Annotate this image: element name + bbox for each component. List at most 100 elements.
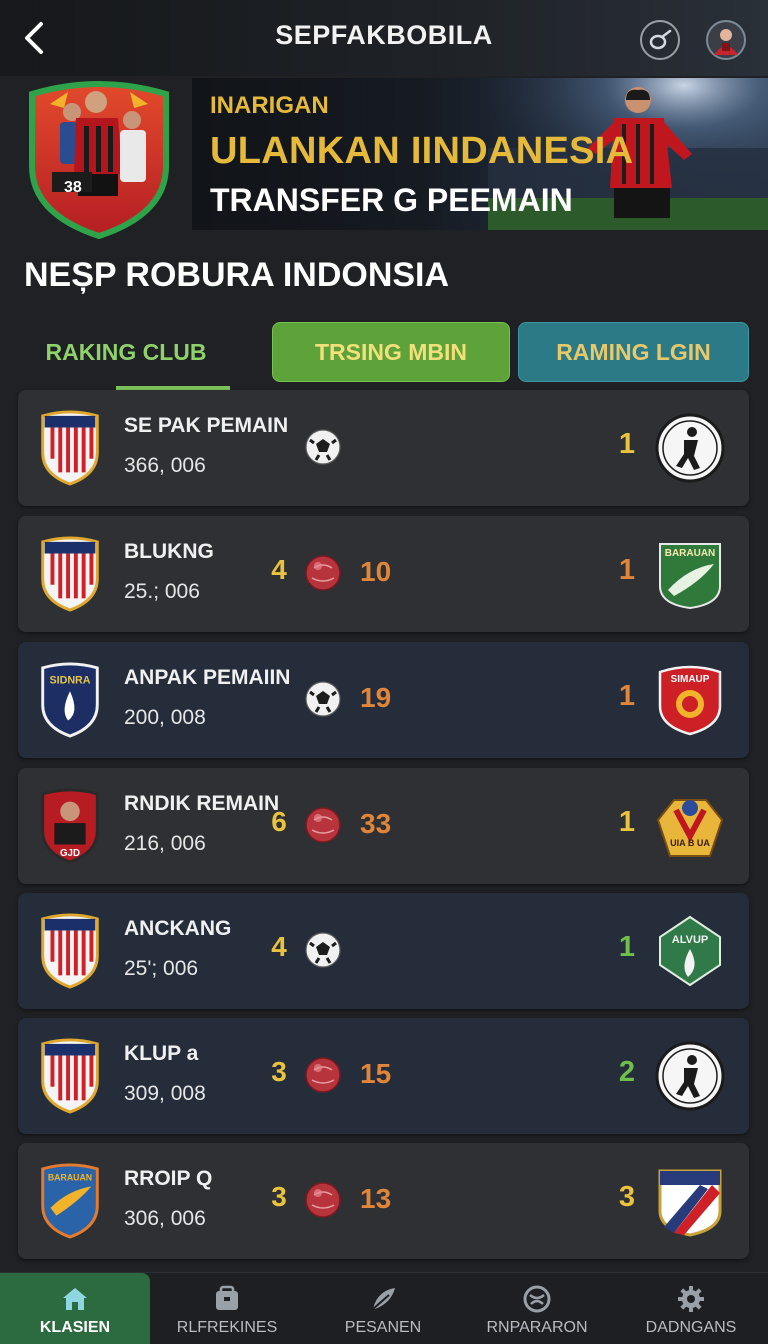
hero-club-crest: 38 bbox=[24, 74, 174, 240]
club-goals: 13 bbox=[360, 1183, 392, 1214]
gear-icon bbox=[678, 1286, 704, 1312]
hero-headline: ULANKAN IINDANESIA bbox=[210, 130, 634, 172]
nav-item-rlfrekines[interactable]: RLFREKINES bbox=[152, 1273, 302, 1344]
ranking-row[interactable]: ANCKANG 25'; 006 4 1 ALVUP bbox=[18, 893, 749, 1009]
club-name: RROIP Q bbox=[124, 1167, 213, 1190]
opponent-logo-icon: UIA B UA bbox=[656, 799, 724, 857]
football-icon bbox=[305, 1182, 341, 1218]
club-position: 3 bbox=[618, 1181, 636, 1213]
ball-icon bbox=[523, 1285, 551, 1313]
football-icon bbox=[305, 429, 341, 465]
nav-label: RNPARARON bbox=[486, 1319, 588, 1336]
club-value: 25.; 006 bbox=[124, 580, 200, 603]
club-crest-icon: GJD bbox=[41, 788, 99, 864]
football-icon bbox=[305, 1057, 341, 1093]
avatar-button[interactable] bbox=[706, 20, 746, 60]
opponent-logo-icon: ALVUP bbox=[659, 915, 721, 987]
ranking-row[interactable]: SE PAK PEMAIN 366, 006 1 bbox=[18, 390, 749, 506]
nav-label: RLFREKINES bbox=[176, 1319, 278, 1336]
crest-number: 38 bbox=[64, 179, 82, 196]
club-rank: 3 bbox=[271, 1056, 287, 1087]
ranking-row[interactable]: SIDNRA ANPAK PEMAIIN 200, 008 19 1 SIMAUP bbox=[18, 642, 749, 758]
club-rank: 3 bbox=[271, 1181, 287, 1212]
ranking-row[interactable]: BLUKNG 25.; 006 4 10 1 BARAUAN bbox=[18, 516, 749, 632]
top-bar: SEPFAKBOBILA bbox=[0, 0, 768, 76]
club-name: ANCKANG bbox=[124, 917, 232, 940]
opponent-logo-icon bbox=[658, 1169, 722, 1237]
crest-text: BARAUAN bbox=[48, 1173, 92, 1183]
club-crest-icon: SIDNRA bbox=[41, 662, 99, 738]
club-rank: 6 bbox=[271, 806, 287, 837]
nav-item-pesanen[interactable]: PESANEN bbox=[308, 1273, 458, 1344]
tab-label: RAKING CLUB bbox=[45, 338, 207, 365]
whistle-button[interactable] bbox=[640, 20, 680, 60]
ranking-row[interactable]: GJD RNDIK REMAIN 216, 006 6 33 1 UIA B UA bbox=[18, 768, 749, 884]
club-rank: 4 bbox=[271, 554, 287, 585]
club-crest-icon bbox=[41, 913, 99, 989]
opponent-logo-icon bbox=[655, 413, 725, 483]
tab-trsing-mbin[interactable]: TRSING MBIN bbox=[272, 322, 510, 382]
bottom-nav: KLASIEN RLFREKINES PESANEN RNPARARON DAD… bbox=[0, 1272, 768, 1344]
club-name: ANPAK PEMAIIN bbox=[124, 666, 291, 689]
club-position: 2 bbox=[618, 1056, 636, 1088]
whistle-icon bbox=[649, 29, 672, 50]
club-goals: 15 bbox=[360, 1058, 392, 1089]
logo-text: BARAUAN bbox=[665, 548, 716, 559]
nav-item-dadngans[interactable]: DADNGANS bbox=[616, 1273, 766, 1344]
section-title: NEȘP ROBURA INDONSIA bbox=[24, 256, 450, 294]
club-value: 366, 006 bbox=[124, 454, 206, 477]
club-name: SE PAK PEMAIN bbox=[124, 414, 289, 437]
club-position: 1 bbox=[618, 554, 636, 586]
club-position: 1 bbox=[618, 931, 636, 963]
tab-raming-lgin[interactable]: RAMING LGIN bbox=[518, 322, 749, 382]
club-value: 216, 006 bbox=[124, 832, 206, 855]
nav-label: PESANEN bbox=[344, 1319, 422, 1336]
club-goals: 33 bbox=[360, 808, 392, 839]
nav-item-klasien[interactable]: KLASIEN bbox=[0, 1273, 150, 1344]
opponent-logo-icon bbox=[655, 1041, 725, 1111]
football-icon bbox=[305, 807, 341, 843]
hero-banner[interactable]: INARIGAN ULANKAN IINDANESIA TRANSFER G P… bbox=[192, 78, 768, 230]
tab-label: TRSING MBIN bbox=[314, 338, 468, 365]
tab-raking-club[interactable]: RAKING CLUB bbox=[22, 322, 230, 390]
nav-item-rnpararon[interactable]: RNPARARON bbox=[462, 1273, 612, 1344]
opponent-logo-icon: BARAUAN bbox=[659, 543, 721, 610]
club-position: 1 bbox=[618, 428, 636, 460]
nav-label: DADNGANS bbox=[645, 1319, 737, 1336]
club-value: 306, 006 bbox=[124, 1207, 206, 1230]
club-rank: 4 bbox=[271, 931, 287, 962]
club-crest-icon bbox=[41, 536, 99, 612]
logo-text: ALVUP bbox=[672, 934, 708, 946]
club-position: 1 bbox=[618, 680, 636, 712]
club-goals: 10 bbox=[360, 556, 392, 587]
calendar-icon bbox=[216, 1285, 238, 1310]
club-crest-icon bbox=[41, 410, 99, 486]
ranking-row[interactable]: BARAUAN RROIP Q 306, 006 3 13 3 bbox=[18, 1143, 749, 1259]
club-name: KLUP a bbox=[124, 1042, 199, 1065]
club-value: 25'; 006 bbox=[124, 957, 199, 980]
club-value: 200, 008 bbox=[124, 706, 206, 729]
club-name: RNDIK REMAIN bbox=[124, 792, 280, 815]
club-value: 309, 008 bbox=[124, 1082, 206, 1105]
feather-icon bbox=[372, 1288, 395, 1310]
club-goals: 19 bbox=[360, 682, 392, 713]
football-icon bbox=[305, 555, 341, 591]
tab-label: RAMING LGIN bbox=[556, 338, 711, 365]
crest-text: SIDNRA bbox=[49, 674, 90, 686]
ranking-row[interactable]: KLUP a 309, 008 3 15 2 bbox=[18, 1018, 749, 1134]
hero-subtitle: TRANSFER G PEEMAIN bbox=[210, 182, 573, 218]
logo-text: SIMAUP bbox=[671, 674, 710, 685]
home-icon bbox=[63, 1288, 87, 1310]
football-icon bbox=[305, 681, 341, 717]
avatar-icon bbox=[714, 29, 738, 55]
logo-text: UIA B UA bbox=[670, 838, 710, 848]
nav-label: KLASIEN bbox=[39, 1319, 111, 1336]
club-position: 1 bbox=[618, 806, 636, 838]
crest-text: GJD bbox=[60, 848, 80, 859]
opponent-logo-icon: SIMAUP bbox=[658, 665, 722, 736]
club-crest-icon bbox=[41, 1038, 99, 1114]
club-crest-icon: BARAUAN bbox=[41, 1163, 99, 1239]
club-name: BLUKNG bbox=[124, 540, 214, 563]
hero-kicker: INARIGAN bbox=[210, 92, 329, 119]
football-icon bbox=[305, 932, 341, 968]
